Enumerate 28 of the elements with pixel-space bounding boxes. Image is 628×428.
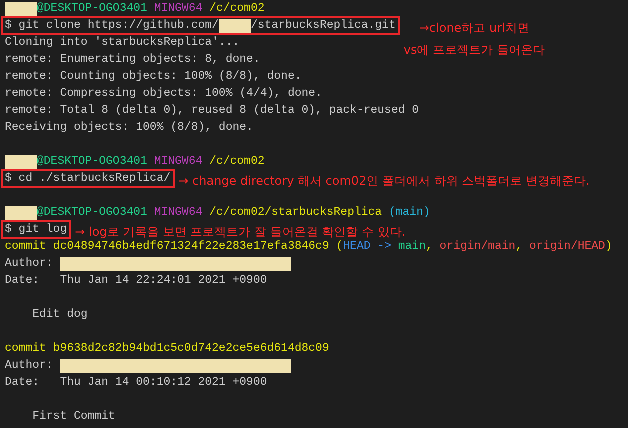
redaction-block	[218, 18, 251, 32]
terminal-text: @DESKTOP-OGO3401 MINGW64 /c/com02	[37, 154, 265, 170]
terminal-text: @DESKTOP-OGO3401 MINGW64 /c/com02	[37, 1, 265, 17]
terminal-text: $ git clone https://github.com/	[5, 18, 219, 34]
terminal-text: Author:	[5, 358, 54, 374]
terminal-text: Date: Thu Jan 14 00:10:12 2021 +0900	[5, 375, 268, 391]
terminal-text: remote: Enumerating objects: 8, done.	[5, 52, 260, 68]
terminal-text: remote: Compressing objects: 100% (4/4), done.	[5, 86, 322, 102]
terminal-text: Receiving objects: 100% (8/8), done.	[5, 120, 254, 136]
terminal-text: Edit dog	[32, 307, 88, 323]
terminal-text: /starbucksReplica.git	[250, 18, 396, 34]
annotation-note: → log로 기록을 보면 프로젝트가 잘 들어온걸 확인할 수 있다.	[75, 224, 406, 240]
terminal-text: @DESKTOP-OGO3401 MINGW64 /c/com02/starbucksReplica (main)	[37, 205, 430, 221]
redaction-block	[5, 206, 37, 220]
terminal-text: $ cd ./starbucksReplica/	[5, 171, 171, 187]
terminal-text: remote: Total 8 (delta 0), reused 8 (delta 0), pack-reused 0	[5, 103, 420, 119]
terminal-text: remote: Counting objects: 100% (8/8), done.	[5, 69, 302, 85]
redaction-block	[5, 154, 37, 168]
terminal-text: Date: Thu Jan 14 22:24:01 2021 +0900	[5, 273, 268, 289]
terminal-text: commit b9638d2c82b94bd1c5c0d742e2ce5e6d614d8c09	[5, 341, 330, 357]
terminal-text: First Commit	[32, 409, 116, 425]
redaction-block	[5, 2, 37, 16]
terminal-text: Author:	[5, 256, 54, 272]
annotation-note: → change directory 해서 com02인 폴더에서 하위 스벅폴더로 변경해준다.	[178, 173, 590, 190]
annotation-note: →clone하고 url치면 vs에 프로젝트가 들어온다	[404, 20, 545, 59]
terminal-text: commit dc04894746b4edf671324f22e283e17efa3846c9 (HEAD -> main, origin/main, origin/HEAD)	[5, 239, 612, 255]
terminal-text: $ git log	[5, 222, 68, 238]
terminal-text: Cloning into 'starbucksReplica'...	[5, 35, 240, 51]
